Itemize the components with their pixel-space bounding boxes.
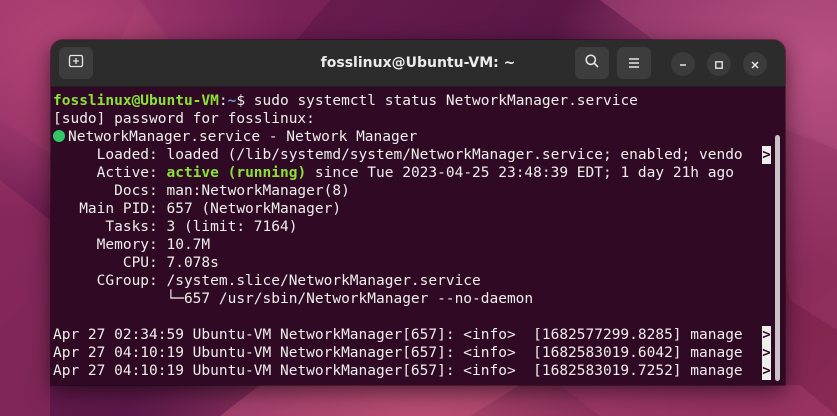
maximize-button[interactable] [707, 52, 731, 76]
log-line: Apr 27 04:10:19 Ubuntu-VM NetworkManager… [53, 363, 743, 379]
truncation-marker: > [762, 362, 771, 380]
prompt-user: fosslinux@Ubuntu-VM [53, 93, 219, 109]
memory-line: Memory: 10.7M [53, 237, 211, 253]
active-line: Active: active (running) since Tue 2023-… [53, 164, 734, 182]
cgroup-child-line: └─657 /usr/sbin/NetworkManager --no-daem… [53, 291, 534, 307]
unit-line: NetworkManager.service - Network Manager [53, 128, 417, 146]
unit-title: NetworkManager.service - Network Manager [68, 129, 418, 145]
active-state: active (running) [166, 165, 307, 181]
log-line: Apr 27 04:10:19 Ubuntu-VM NetworkManager… [53, 345, 743, 361]
hamburger-menu-icon [627, 54, 641, 73]
status-dot-icon [53, 130, 65, 142]
docs-line: Docs: man:NetworkManager(8) [53, 183, 350, 199]
scrollbar[interactable] [775, 135, 780, 381]
new-tab-icon [68, 53, 84, 73]
tasks-line: Tasks: 3 (limit: 7164) [53, 219, 298, 235]
log-line: Apr 27 02:34:59 Ubuntu-VM NetworkManager… [53, 327, 743, 343]
menu-button[interactable] [617, 47, 651, 79]
main-pid-line: Main PID: 657 (NetworkManager) [53, 201, 342, 217]
active-label: Active: [53, 165, 167, 181]
cpu-line: CPU: 7.078s [53, 255, 219, 271]
cgroup-line: CGroup: /system.slice/NetworkManager.ser… [53, 273, 481, 289]
sudo-password-line: [sudo] password for fosslinux: [53, 111, 315, 127]
loaded-line: Loaded: loaded (/lib/systemd/system/Netw… [53, 147, 743, 163]
truncation-marker: > [762, 326, 771, 344]
terminal-window: fosslinux@Ubuntu-VM: ~ fosslinux@Ubuntu-… [51, 40, 785, 385]
minimize-icon [678, 55, 688, 74]
prompt-command: $ sudo systemctl status NetworkManager.s… [236, 93, 638, 109]
close-icon [750, 55, 760, 74]
maximize-icon [714, 55, 724, 74]
close-button[interactable] [743, 52, 767, 76]
prompt-line: fosslinux@Ubuntu-VM:~$ sudo systemctl st… [53, 92, 638, 110]
title-bar: fosslinux@Ubuntu-VM: ~ [51, 40, 785, 87]
prompt-separator: : [218, 93, 228, 109]
search-icon [584, 53, 600, 73]
search-button[interactable] [575, 47, 609, 79]
minimize-button[interactable] [671, 52, 695, 76]
active-since: since Tue 2023-04-25 23:48:39 EDT; 1 day… [306, 165, 734, 181]
new-tab-button[interactable] [59, 47, 93, 79]
terminal-output[interactable]: fosslinux@Ubuntu-VM:~$ sudo systemctl st… [51, 87, 785, 385]
truncation-marker: > [762, 146, 771, 164]
truncation-marker: > [762, 344, 771, 362]
